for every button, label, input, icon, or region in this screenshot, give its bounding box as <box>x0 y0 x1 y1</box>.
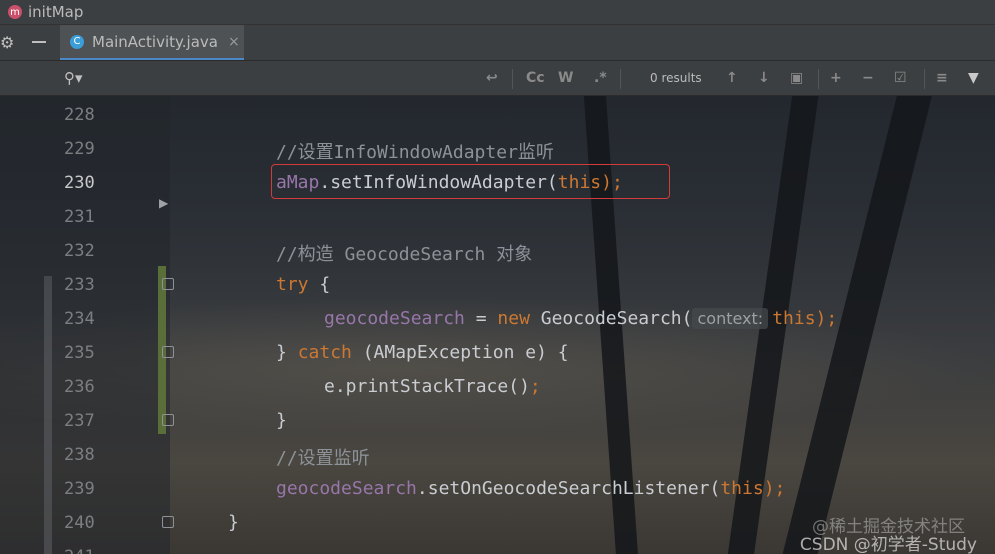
param-hint: context: <box>692 308 769 329</box>
regex-icon[interactable]: .* <box>594 70 607 86</box>
close-icon[interactable]: × <box>228 34 240 50</box>
newline-icon[interactable]: ↩ <box>486 70 498 86</box>
fold-marker-icon[interactable] <box>162 516 174 528</box>
format-icon[interactable]: ≡ <box>936 70 948 86</box>
code-line: 228 <box>0 98 995 132</box>
code-line: 232 //构造 GeocodeSearch 对象 <box>0 234 995 268</box>
comment: //设置监听 <box>276 448 370 469</box>
line-number: 230 <box>64 173 95 193</box>
toggle-selection-icon[interactable]: ☑ <box>894 70 907 86</box>
code-line: 229 //设置InfoWindowAdapter监听 <box>0 132 995 166</box>
fold-marker-icon[interactable] <box>162 346 174 358</box>
code-text: try { <box>276 274 331 295</box>
line-number: 234 <box>64 309 95 329</box>
fold-arrow-icon[interactable]: ▶ <box>159 196 168 210</box>
editor-tab-bar: ⚙ C MainActivity.java × <box>0 24 995 61</box>
match-case-button[interactable]: Cc <box>526 70 545 86</box>
line-number: 239 <box>64 479 95 499</box>
line-number: 237 <box>64 411 95 431</box>
minus-icon[interactable] <box>32 41 46 43</box>
class-c-icon: C <box>70 34 84 49</box>
code-line: 236 e.printStackTrace(); <box>0 370 995 404</box>
divider <box>818 69 819 89</box>
tab-label: MainActivity.java <box>92 32 218 51</box>
line-number: 228 <box>64 105 95 125</box>
code-text: } <box>276 410 287 431</box>
divider <box>924 69 925 89</box>
code-text: geocodeSearch = new GeocodeSearch(contex… <box>324 308 838 329</box>
divider <box>620 69 621 89</box>
code-text: } catch (AMapException e) { <box>276 342 569 363</box>
fold-marker-icon[interactable] <box>162 414 174 426</box>
highlight-box <box>271 164 670 199</box>
gear-icon[interactable]: ⚙ <box>0 33 14 52</box>
line-number: 236 <box>64 377 95 397</box>
code-line: 237 } <box>0 404 995 438</box>
select-all-icon[interactable]: ▣ <box>790 70 803 86</box>
watermark-csdn: CSDN @初学者-Study <box>799 535 977 554</box>
code-text: } <box>228 512 239 533</box>
search-icon[interactable]: ⚲▾ <box>64 69 83 87</box>
divider <box>512 69 513 89</box>
breadcrumb[interactable]: m initMap <box>0 0 995 24</box>
line-number: 235 <box>64 343 95 363</box>
code-line: 231 ▶ <box>0 196 995 234</box>
tab-mainactivity[interactable]: C MainActivity.java × <box>60 25 244 61</box>
code-line: 235 } catch (AMapException e) { <box>0 336 995 370</box>
code-line: 234 geocodeSearch = new GeocodeSearch(co… <box>0 302 995 336</box>
code-line: 239 geocodeSearch.setOnGeocodeSearchList… <box>0 472 995 506</box>
method-icon: m <box>8 5 22 19</box>
filter-icon[interactable]: ▼ <box>968 70 979 86</box>
code-line: 233 try { <box>0 268 995 302</box>
add-occurrence-icon[interactable]: + <box>830 70 842 86</box>
line-number: 232 <box>64 241 95 261</box>
line-number: 229 <box>64 139 95 159</box>
line-number: 238 <box>64 445 95 465</box>
line-number: 233 <box>64 275 95 295</box>
comment: //设置InfoWindowAdapter监听 <box>276 142 554 163</box>
find-bar: ⚲▾ ↩ Cc W .* 0 results ↑ ↓ ▣ + − ☑ ≡ ▼ <box>0 60 995 96</box>
fold-marker-icon[interactable] <box>162 278 174 290</box>
code-editor[interactable]: 228 229 //设置InfoWindowAdapter监听 230 aMap… <box>0 96 995 554</box>
breadcrumb-method[interactable]: initMap <box>28 3 83 21</box>
line-number: 240 <box>64 513 95 533</box>
line-number: 231 <box>64 207 95 227</box>
next-occurrence-icon[interactable]: ↓ <box>758 70 770 86</box>
remove-occurrence-icon[interactable]: − <box>862 70 874 86</box>
code-line: 238 //设置监听 <box>0 438 995 472</box>
prev-occurrence-icon[interactable]: ↑ <box>726 70 738 86</box>
code-text: e.printStackTrace(); <box>324 376 541 397</box>
code-text: geocodeSearch.setOnGeocodeSearchListener… <box>276 478 786 499</box>
line-number: 241 <box>64 547 95 554</box>
comment: //构造 GeocodeSearch 对象 <box>276 244 533 265</box>
whole-words-button[interactable]: W <box>558 70 573 86</box>
search-results-count: 0 results <box>650 71 702 85</box>
